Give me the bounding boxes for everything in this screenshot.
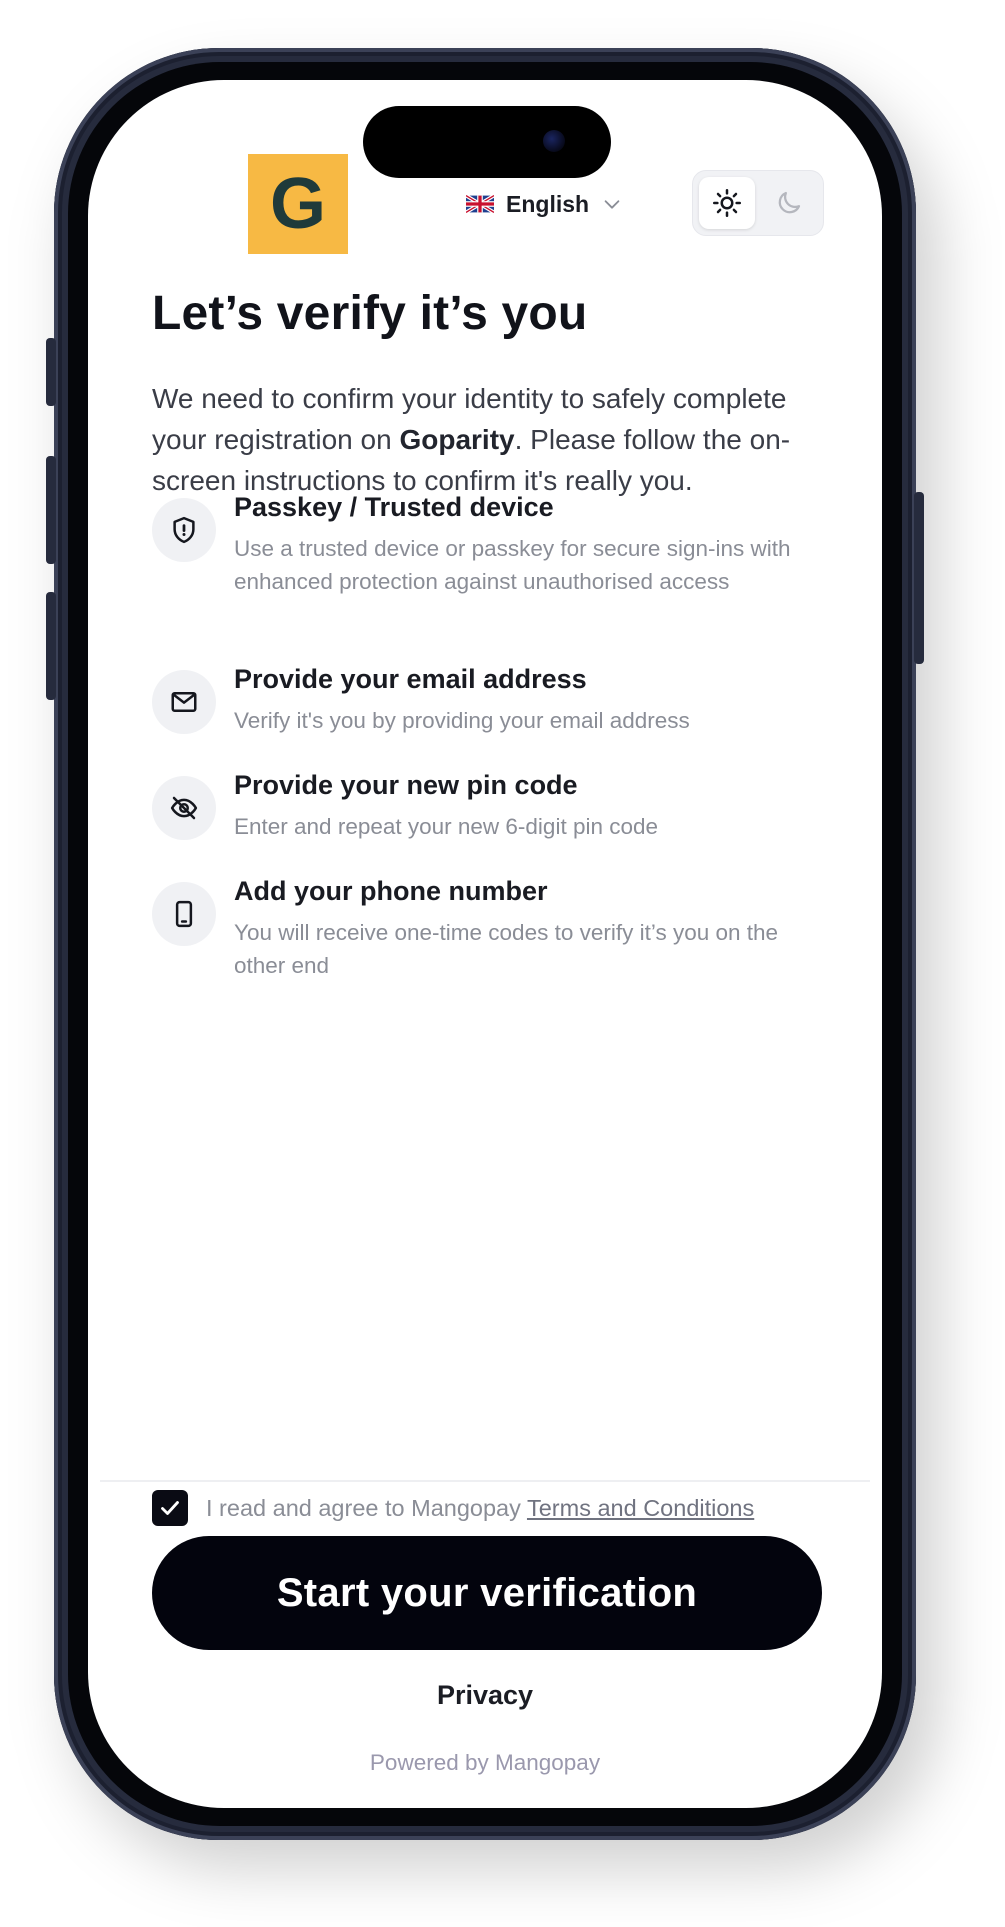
powered-by-text: Powered by Mangopay (369, 1750, 601, 1775)
theme-toggle (692, 170, 824, 236)
intro-text: We need to confirm your identity to safe… (152, 378, 812, 501)
step-description: You will receive one-time codes to verif… (234, 920, 779, 978)
light-mode-button[interactable] (699, 177, 755, 229)
language-selector[interactable]: English (466, 184, 623, 224)
step-title: Passkey / Trusted device (234, 492, 554, 522)
step-title: Provide your email address (234, 664, 587, 694)
step-description: Verify it's you by providing your email … (234, 708, 690, 733)
chevron-down-icon (604, 200, 620, 209)
checkmark-icon (161, 1501, 179, 1515)
terms-link[interactable]: Terms and Conditions (527, 1495, 754, 1521)
start-verification-button[interactable]: Start your verification (152, 1536, 822, 1650)
phone-icon (152, 882, 216, 946)
terms-checkbox[interactable] (152, 1490, 188, 1526)
shield-icon (152, 498, 216, 562)
moon-icon (778, 191, 801, 214)
dynamic-island (363, 106, 611, 178)
dark-mode-button[interactable] (761, 177, 817, 229)
side-button-action (46, 338, 56, 406)
footer-divider (100, 1480, 870, 1482)
language-label: English (506, 190, 590, 217)
step-title: Add your phone number (234, 876, 548, 906)
step-title: Provide your new pin code (234, 770, 578, 800)
logo-letter: G (269, 164, 326, 244)
brand-name: Goparity (399, 424, 515, 455)
side-button-power (914, 492, 924, 664)
mail-icon (152, 670, 216, 734)
side-button-volume-down (46, 592, 56, 700)
step-description: Enter and repeat your new 6-digit pin co… (234, 814, 659, 839)
terms-prefix: I read and agree to Mangopay (206, 1494, 527, 1521)
step-description: Use a trusted device or passkey for secu… (234, 536, 791, 594)
eye-off-icon (152, 776, 216, 840)
sun-icon (712, 188, 742, 218)
page-title: Let’s verify it’s you (152, 287, 588, 340)
uk-flag-icon (466, 195, 494, 213)
privacy-link[interactable]: Privacy (88, 1680, 882, 1711)
phone-screen: G English Let’s verify it’s you We need … (88, 80, 882, 1808)
camera-lens (543, 130, 565, 152)
side-button-volume-up (46, 456, 56, 564)
brand-logo: G (248, 154, 348, 254)
terms-agreement: I read and agree to Mangopay Terms and C… (152, 1488, 754, 1528)
terms-text: I read and agree to Mangopay Terms and C… (206, 1495, 754, 1522)
